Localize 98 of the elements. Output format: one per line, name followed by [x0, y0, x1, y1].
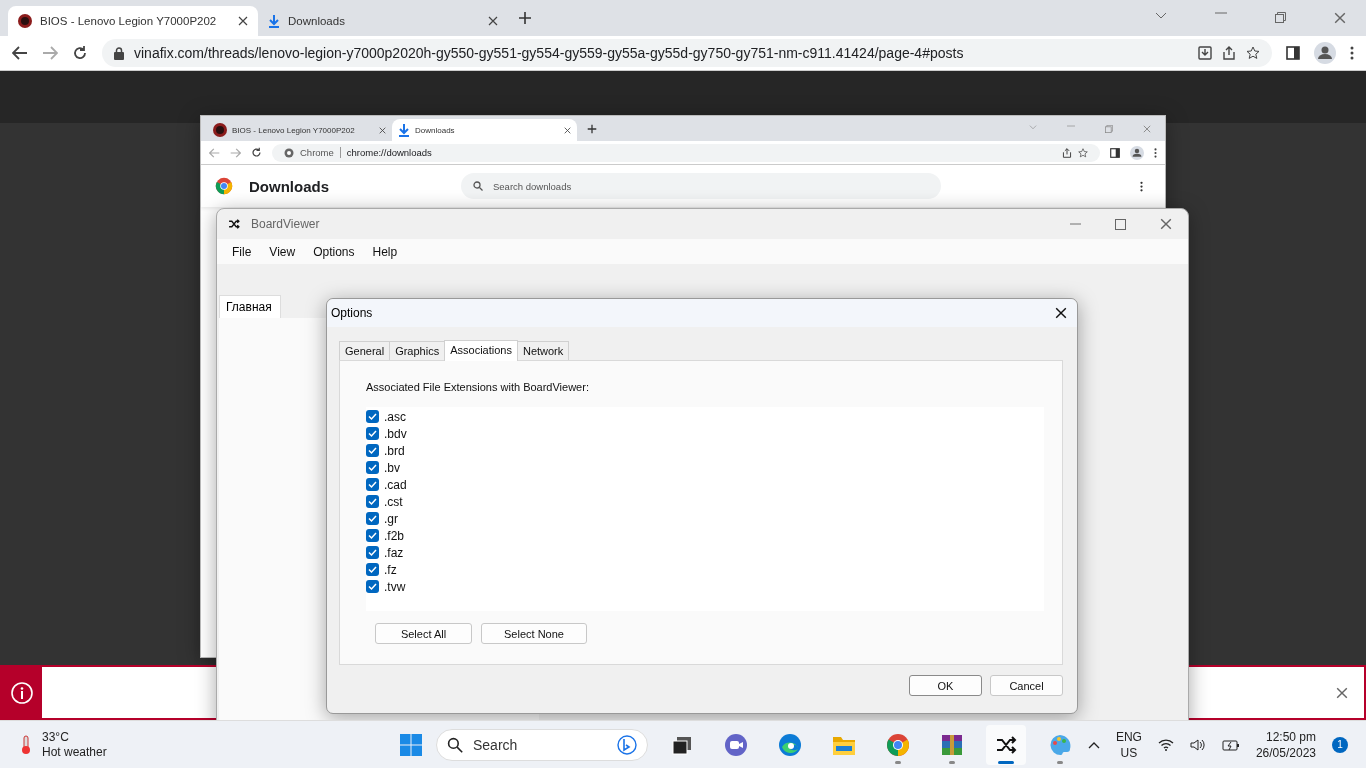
thermometer-icon [20, 734, 32, 755]
address-bar[interactable]: vinafix.com/threads/lenovo-legion-y7000p2020h-gy550-gy551-gy554-gy559-gy55a-gy55d-gy750-gy751-nm-c911.41424/page-4#posts [102, 39, 1272, 67]
ok-button[interactable]: OK [909, 675, 982, 696]
close-icon[interactable] [1055, 307, 1067, 319]
profile-icon[interactable] [1314, 42, 1336, 64]
search-field[interactable]: Search [436, 728, 648, 761]
close-icon[interactable] [238, 16, 248, 26]
new-tab-icon[interactable] [587, 123, 597, 134]
chrome-logo-icon [215, 177, 233, 195]
checkbox[interactable] [366, 444, 379, 457]
chevron-up-icon[interactable] [1087, 740, 1100, 749]
temperature[interactable]: 33°C [42, 729, 107, 745]
clock[interactable]: 12:50 pm 26/05/2023 [1255, 728, 1316, 761]
extension-label: .cad [384, 477, 407, 492]
share-icon[interactable] [1062, 147, 1072, 158]
menu-item[interactable]: Options [304, 244, 364, 259]
menu-item[interactable]: View [260, 244, 305, 259]
profile-icon[interactable] [1130, 145, 1144, 160]
dialog-tab[interactable]: Associations [444, 340, 518, 361]
chat-icon[interactable] [724, 732, 748, 757]
download-icon [398, 123, 410, 137]
search-icon [447, 736, 463, 753]
palette-icon[interactable] [1048, 732, 1072, 757]
cancel-button[interactable]: Cancel [990, 675, 1063, 696]
extension-label: .f2b [384, 528, 404, 543]
logo-icon [213, 123, 227, 137]
reload-icon[interactable] [72, 45, 88, 61]
extension-label: .brd [384, 443, 405, 458]
menu-item[interactable]: Help [363, 244, 407, 259]
share-icon[interactable] [1222, 46, 1236, 60]
extension-label: .bdv [384, 426, 407, 441]
more-icon[interactable] [1154, 147, 1157, 158]
install-icon[interactable] [1198, 46, 1212, 60]
close-icon[interactable] [564, 126, 571, 134]
maximize-icon[interactable] [1115, 218, 1126, 230]
checkbox[interactable] [366, 461, 379, 474]
dialog-title: Options [331, 306, 373, 320]
side-panel-icon[interactable] [1286, 46, 1300, 60]
extension-label: .cst [384, 494, 403, 509]
restore-icon[interactable] [1275, 12, 1286, 23]
search-field[interactable]: Search downloads [461, 173, 941, 199]
extension-label: .asc [384, 409, 406, 424]
new-tab-icon[interactable] [518, 11, 532, 25]
weather-label[interactable]: Hot weather [42, 744, 107, 760]
window-title: BoardViewer [251, 217, 320, 231]
checkbox[interactable] [366, 580, 379, 593]
archive-icon[interactable] [941, 732, 963, 757]
shuffle-icon[interactable] [995, 733, 1017, 756]
browser-tab[interactable]: Downloads [392, 119, 577, 141]
shuffle-icon [227, 218, 241, 230]
back-icon[interactable] [12, 46, 28, 60]
address-bar[interactable]: Chrome chrome://downloads [272, 143, 1100, 162]
notification-badge[interactable]: 1 [1332, 736, 1348, 753]
info-icon [11, 681, 33, 704]
bookmark-star-icon[interactable] [1246, 46, 1260, 60]
lock-icon [114, 46, 124, 60]
checkbox[interactable] [366, 563, 379, 576]
extension-label: .tvw [384, 579, 406, 594]
checkbox[interactable] [366, 529, 379, 542]
checkbox[interactable] [366, 478, 379, 491]
close-icon[interactable] [488, 16, 498, 26]
dialog-tab[interactable]: Network [516, 341, 570, 360]
select-button[interactable]: Select All [375, 623, 472, 644]
logo-icon [18, 14, 32, 28]
search-icon [473, 181, 483, 191]
bookmark-star-icon[interactable] [1078, 147, 1088, 158]
volume-icon[interactable] [1189, 737, 1206, 752]
extension-label: .faz [384, 545, 404, 560]
battery-icon[interactable] [1221, 738, 1240, 751]
extension-label: .gr [384, 511, 398, 526]
more-icon[interactable] [1350, 46, 1354, 60]
extension-label: .fz [384, 562, 397, 577]
dialog-tab[interactable]: General [339, 341, 391, 360]
browser-tab[interactable]: BIOS - Lenovo Legion Y7000P202 [207, 119, 392, 141]
browser-tab[interactable]: BIOS - Lenovo Legion Y7000P202 [8, 6, 258, 36]
menu-item[interactable]: File [223, 244, 261, 259]
browser-tab[interactable]: Downloads [258, 6, 508, 36]
side-panel-icon[interactable] [1110, 147, 1120, 158]
chevron-down-icon[interactable] [1155, 12, 1167, 20]
checkbox[interactable] [366, 495, 379, 508]
language-indicator[interactable]: ENG US [1115, 728, 1142, 761]
wifi-icon[interactable] [1157, 738, 1174, 751]
extension-label: .bv [384, 460, 400, 475]
more-icon[interactable] [1140, 180, 1143, 192]
download-icon [268, 14, 280, 28]
checkbox[interactable] [366, 512, 379, 525]
document-tab[interactable]: Главная [219, 295, 281, 318]
reload-icon[interactable] [251, 147, 262, 158]
checkbox[interactable] [366, 427, 379, 440]
start-icon[interactable] [400, 733, 422, 756]
bing-icon[interactable] [617, 734, 637, 755]
section-heading: Associated File Extensions with BoardViewer: [366, 381, 590, 393]
edge-icon[interactable] [778, 732, 802, 757]
checkbox[interactable] [366, 546, 379, 559]
select-button[interactable]: Select None [481, 623, 587, 644]
dialog-tab[interactable]: Graphics [389, 341, 446, 360]
checkbox[interactable] [366, 410, 379, 423]
page-title: Downloads [249, 177, 330, 195]
